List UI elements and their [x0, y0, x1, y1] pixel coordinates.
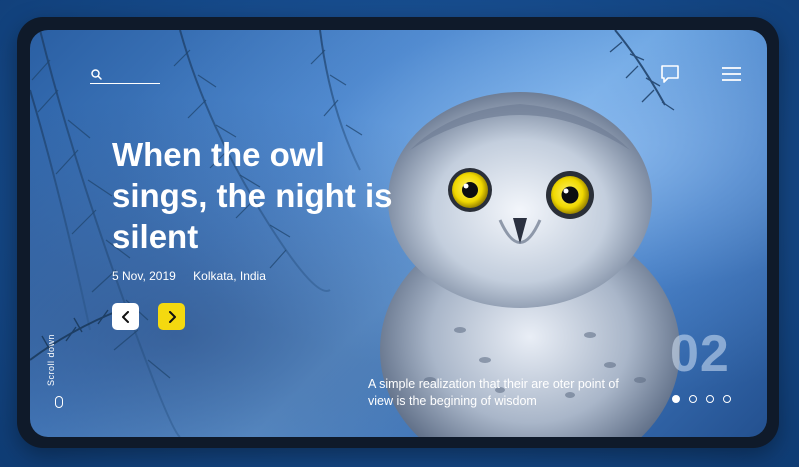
search-field[interactable]	[90, 68, 160, 84]
slide-caption: A simple realization that their are oter…	[368, 377, 619, 408]
chevron-right-icon	[168, 310, 176, 323]
hero-title: When the owl sings, the night is silent	[112, 136, 393, 255]
search-icon[interactable]	[91, 69, 102, 80]
pagination-dot[interactable]	[723, 395, 731, 403]
next-slide-button[interactable]	[158, 303, 185, 330]
post-meta: 5 Nov, 2019 Kolkata, India	[112, 269, 280, 283]
mouse-icon[interactable]	[55, 396, 63, 408]
pagination-dot[interactable]	[706, 395, 714, 403]
slide-number: 02	[670, 325, 730, 383]
post-date: 5 Nov, 2019	[112, 269, 176, 283]
post-location: Kolkata, India	[193, 269, 266, 283]
slide-pagination	[672, 395, 731, 403]
scroll-down-label[interactable]: Scroll down	[46, 334, 56, 386]
pagination-dot[interactable]	[689, 395, 697, 403]
hero-screen: When the owl sings, the night is silent …	[30, 30, 767, 437]
chat-icon[interactable]	[660, 64, 680, 84]
prev-slide-button[interactable]	[112, 303, 139, 330]
menu-icon[interactable]	[722, 67, 741, 81]
chevron-left-icon	[121, 310, 129, 323]
pagination-dot[interactable]	[672, 395, 680, 403]
search-underline	[90, 83, 160, 84]
